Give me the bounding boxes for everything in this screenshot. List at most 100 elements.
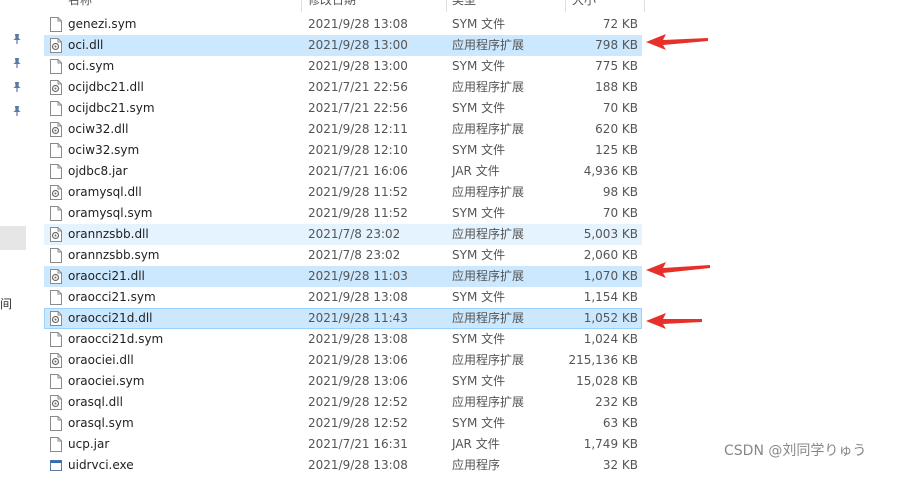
- pin-icon[interactable]: [11, 105, 23, 117]
- file-name: orannzsbb.sym: [68, 248, 160, 262]
- pin-icon[interactable]: [11, 33, 23, 45]
- column-header-type[interactable]: 类型: [452, 0, 476, 9]
- file-icon: [50, 164, 62, 179]
- file-date: 2021/7/21 22:56: [308, 80, 408, 94]
- pin-icon[interactable]: [11, 57, 23, 69]
- file-row[interactable]: oraociei.dll 2021/9/28 13:06 应用程序扩展 215,136…: [44, 350, 642, 371]
- file-date: 2021/9/28 12:52: [308, 395, 408, 409]
- file-name: ociw32.dll: [68, 122, 129, 136]
- file-type: SYM 文件: [452, 17, 506, 31]
- file-name: oramysql.sym: [68, 206, 153, 220]
- file-date: 2021/9/28 13:08: [308, 17, 408, 31]
- dll-gear-icon: [50, 395, 62, 410]
- nav-item-selected[interactable]: [0, 226, 26, 250]
- dll-gear-icon: [50, 353, 62, 368]
- file-type: 应用程序扩展: [452, 38, 525, 52]
- file-row[interactable]: oraocci21d.dll 2021/9/28 11:43 应用程序扩展 1,052…: [44, 308, 642, 329]
- file-row[interactable]: uidrvci.exe 2021/9/28 13:08 应用程序 32 KB: [44, 455, 642, 476]
- file-list: genezi.sym 2021/9/28 13:08 SYM 文件 72 KB oci.…: [44, 14, 642, 476]
- file-name: oraocci21.sym: [68, 290, 156, 304]
- file-date: 2021/9/28 11:52: [308, 185, 408, 199]
- file-name: orasql.dll: [68, 395, 123, 409]
- file-size: 215,136 KB: [568, 353, 638, 367]
- pin-icon[interactable]: [11, 81, 23, 93]
- file-date: 2021/9/28 13:06: [308, 374, 408, 388]
- file-row[interactable]: oci.dll 2021/9/28 13:00 应用程序扩展 798 KB: [44, 35, 642, 56]
- file-name: ocijdbc21.dll: [68, 80, 144, 94]
- file-type: 应用程序扩展: [452, 353, 525, 367]
- file-type: SYM 文件: [452, 290, 506, 304]
- file-size: 1,154 KB: [583, 290, 638, 304]
- file-name: genezi.sym: [68, 17, 137, 31]
- file-icon: [50, 437, 62, 452]
- column-divider[interactable]: [565, 0, 566, 12]
- nav-item-label[interactable]: 间: [0, 295, 12, 312]
- file-name: ocijdbc21.sym: [68, 101, 155, 115]
- file-name: orasql.sym: [68, 416, 134, 430]
- file-row[interactable]: ojdbc8.jar 2021/7/21 16:06 JAR 文件 4,936 KB: [44, 161, 642, 182]
- dll-gear-icon: [50, 311, 62, 326]
- file-date: 2021/9/28 12:11: [308, 122, 408, 136]
- file-row[interactable]: ociw32.dll 2021/9/28 12:11 应用程序扩展 620 KB: [44, 119, 642, 140]
- file-name: ucp.jar: [68, 437, 110, 451]
- file-date: 2021/9/28 11:03: [308, 269, 408, 283]
- file-size: 125 KB: [595, 143, 638, 157]
- file-name: ociw32.sym: [68, 143, 140, 157]
- file-size: 32 KB: [602, 458, 638, 472]
- file-row[interactable]: genezi.sym 2021/9/28 13:08 SYM 文件 72 KB: [44, 14, 642, 35]
- file-icon: [50, 416, 62, 431]
- file-row[interactable]: oraocci21.sym 2021/9/28 13:08 SYM 文件 1,154 …: [44, 287, 642, 308]
- file-size: 232 KB: [595, 395, 638, 409]
- file-date: 2021/7/8 23:02: [308, 227, 401, 241]
- file-icon: [50, 206, 62, 221]
- dll-gear-icon: [50, 269, 62, 284]
- file-row[interactable]: orannzsbb.dll 2021/7/8 23:02 应用程序扩展 5,003 K…: [44, 224, 642, 245]
- file-row[interactable]: orannzsbb.sym 2021/7/8 23:02 SYM 文件 2,060 K…: [44, 245, 642, 266]
- exe-icon: [50, 458, 62, 473]
- file-size: 70 KB: [602, 101, 638, 115]
- annotation-arrow-icon: [646, 313, 702, 329]
- file-size: 798 KB: [595, 38, 638, 52]
- file-row[interactable]: oci.sym 2021/9/28 13:00 SYM 文件 775 KB: [44, 56, 642, 77]
- file-date: 2021/7/21 22:56: [308, 101, 408, 115]
- column-divider[interactable]: [446, 0, 447, 12]
- file-row[interactable]: orasql.dll 2021/9/28 12:52 应用程序扩展 232 KB: [44, 392, 642, 413]
- file-type: 应用程序扩展: [452, 122, 525, 136]
- file-size: 4,936 KB: [583, 164, 638, 178]
- file-row[interactable]: ociw32.sym 2021/9/28 12:10 SYM 文件 125 KB: [44, 140, 642, 161]
- file-size: 15,028 KB: [576, 374, 638, 388]
- file-row[interactable]: ocijdbc21.dll 2021/7/21 22:56 应用程序扩展 188 KB: [44, 77, 642, 98]
- file-type: 应用程序扩展: [452, 269, 525, 283]
- column-header-name[interactable]: 名称: [68, 0, 92, 9]
- file-type: 应用程序扩展: [452, 80, 525, 94]
- file-size: 1,024 KB: [583, 332, 638, 346]
- column-header-size[interactable]: 大小: [572, 0, 596, 9]
- file-row[interactable]: oramysql.dll 2021/9/28 11:52 应用程序扩展 98 KB: [44, 182, 642, 203]
- file-type: SYM 文件: [452, 206, 506, 220]
- file-icon: [50, 101, 62, 116]
- annotation-arrow-icon: [646, 262, 710, 278]
- file-type: SYM 文件: [452, 332, 506, 346]
- column-divider[interactable]: [301, 0, 302, 12]
- file-size: 63 KB: [602, 416, 638, 430]
- column-divider[interactable]: [644, 0, 645, 12]
- file-row[interactable]: ucp.jar 2021/7/21 16:31 JAR 文件 1,749 KB: [44, 434, 642, 455]
- file-row[interactable]: ocijdbc21.sym 2021/7/21 22:56 SYM 文件 70 KB: [44, 98, 642, 119]
- file-date: 2021/9/28 11:43: [308, 311, 408, 325]
- column-header-date[interactable]: 修改日期: [308, 0, 356, 9]
- file-name: uidrvci.exe: [68, 458, 134, 472]
- file-name: oraocci21.dll: [68, 269, 145, 283]
- file-date: 2021/7/8 23:02: [308, 248, 401, 262]
- file-icon: [50, 143, 62, 158]
- file-row[interactable]: oraociei.sym 2021/9/28 13:06 SYM 文件 15,028 …: [44, 371, 642, 392]
- file-type: SYM 文件: [452, 248, 506, 262]
- file-row[interactable]: orasql.sym 2021/9/28 12:52 SYM 文件 63 KB: [44, 413, 642, 434]
- file-date: 2021/7/21 16:31: [308, 437, 408, 451]
- file-row[interactable]: oraocci21d.sym 2021/9/28 13:08 SYM 文件 1,024…: [44, 329, 642, 350]
- file-name: oraocci21d.sym: [68, 332, 164, 346]
- file-size: 70 KB: [602, 206, 638, 220]
- file-type: SYM 文件: [452, 59, 506, 73]
- file-type: 应用程序: [452, 458, 501, 472]
- file-row[interactable]: oraocci21.dll 2021/9/28 11:03 应用程序扩展 1,070 …: [44, 266, 642, 287]
- file-row[interactable]: oramysql.sym 2021/9/28 11:52 SYM 文件 70 KB: [44, 203, 642, 224]
